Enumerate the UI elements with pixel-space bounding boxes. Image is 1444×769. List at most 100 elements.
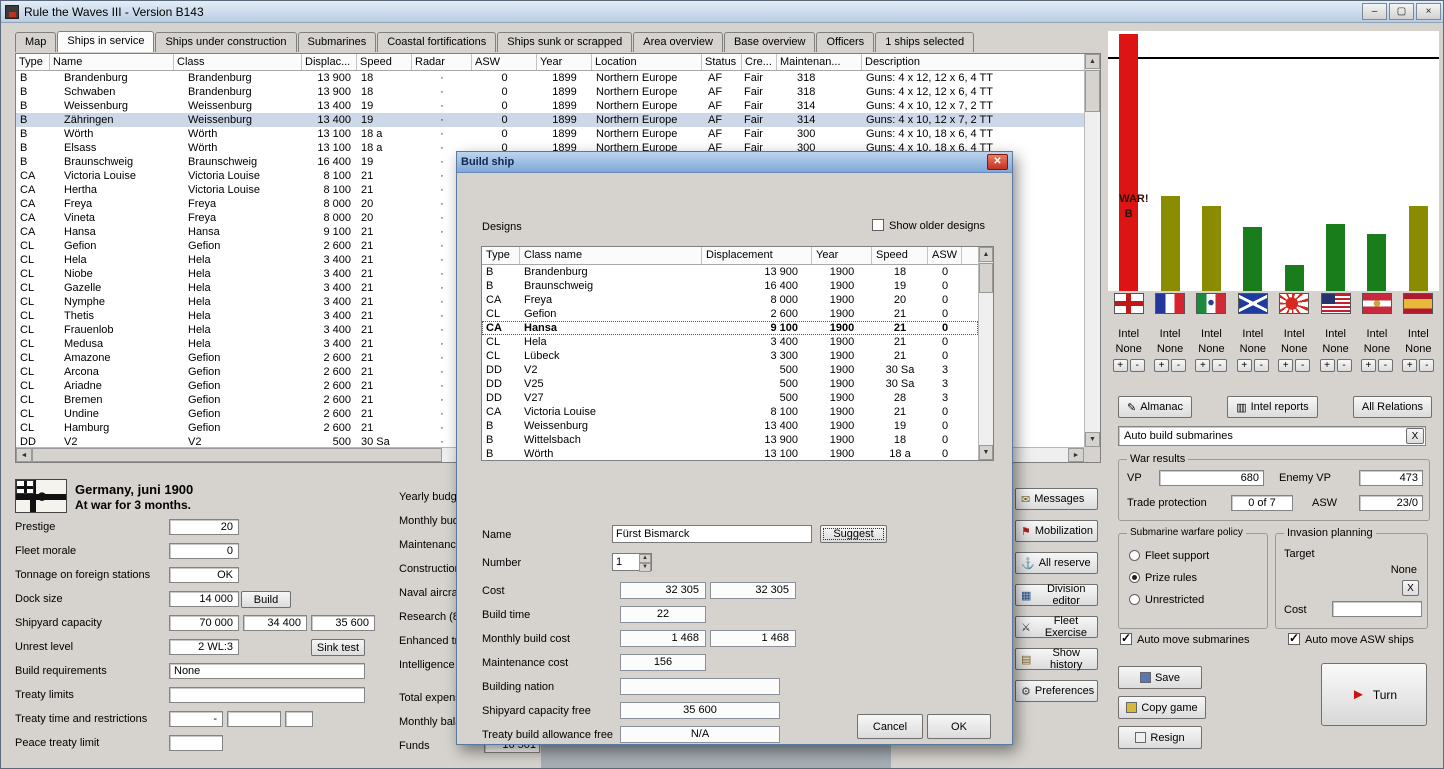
col-maintenance[interactable]: Maintenan... bbox=[777, 54, 862, 70]
auto-move-asw-checkbox[interactable]: Auto move ASW ships bbox=[1288, 633, 1414, 646]
stepper-down-icon[interactable]: ▼ bbox=[639, 563, 651, 572]
relation-minus-button[interactable]: - bbox=[1212, 359, 1227, 372]
tab-coastal-fortifications[interactable]: Coastal fortifications bbox=[377, 32, 496, 52]
show-older-designs-checkbox[interactable]: Show older designs bbox=[872, 219, 985, 232]
show-history-button[interactable]: ▤ Show history bbox=[1015, 648, 1098, 670]
fleet-exercise-button[interactable]: ⚔ Fleet Exercise bbox=[1015, 616, 1098, 638]
intel-link[interactable]: Intel bbox=[1325, 328, 1346, 340]
mobilization-button[interactable]: ⚑ Mobilization bbox=[1015, 520, 1098, 542]
tab-officers[interactable]: Officers bbox=[816, 32, 874, 52]
col-radar[interactable]: Radar bbox=[412, 54, 472, 70]
relation-minus-button[interactable]: - bbox=[1171, 359, 1186, 372]
design-row[interactable]: CL Lübeck 3 300 1900 21 0 bbox=[482, 349, 978, 363]
col-speed[interactable]: Speed bbox=[872, 247, 928, 264]
close-button[interactable]: × bbox=[1416, 3, 1441, 20]
relation-plus-button[interactable]: + bbox=[1320, 359, 1335, 372]
tab-ships-sunk-or-scrapped[interactable]: Ships sunk or scrapped bbox=[497, 32, 632, 52]
intel-reports-button[interactable]: ▥ Intel reports bbox=[1227, 396, 1318, 418]
turn-button[interactable]: ► Turn bbox=[1321, 663, 1427, 726]
checkbox-icon[interactable] bbox=[1120, 633, 1132, 645]
relation-minus-button[interactable]: - bbox=[1130, 359, 1145, 372]
col-status[interactable]: Status bbox=[702, 54, 742, 70]
dialog-close-icon[interactable]: ✕ bbox=[987, 154, 1008, 170]
ship-table-row[interactable]: B Schwaben Brandenburg 13 900 18 · 0 189… bbox=[16, 85, 1084, 99]
tab-ships-in-service[interactable]: Ships in service bbox=[57, 31, 154, 52]
all-reserve-button[interactable]: ⚓ All reserve bbox=[1015, 552, 1098, 574]
build-button[interactable]: Build bbox=[241, 591, 291, 608]
scrollbar-thumb[interactable] bbox=[1085, 70, 1100, 112]
design-row[interactable]: DD V2 500 1900 30 Sa 3 bbox=[482, 363, 978, 377]
intel-link[interactable]: Intel bbox=[1367, 328, 1388, 340]
scroll-down-icon[interactable]: ▼ bbox=[979, 445, 993, 460]
scroll-up-icon[interactable]: ▲ bbox=[1085, 54, 1100, 69]
vertical-scrollbar[interactable]: ▲ ▼ bbox=[1084, 54, 1100, 447]
auto-move-submarines-checkbox[interactable]: Auto move submarines bbox=[1120, 633, 1250, 646]
minimize-button[interactable]: – bbox=[1362, 3, 1387, 20]
col-asw[interactable]: ASW bbox=[928, 247, 962, 264]
tab-base-overview[interactable]: Base overview bbox=[724, 32, 816, 52]
scroll-right-icon[interactable]: ► bbox=[1068, 448, 1084, 462]
design-row[interactable]: CL Gefion 2 600 1900 21 0 bbox=[482, 307, 978, 321]
all-relations-button[interactable]: All Relations bbox=[1353, 396, 1432, 418]
scroll-up-icon[interactable]: ▲ bbox=[979, 247, 993, 262]
design-row[interactable]: CA Freya 8 000 1900 20 0 bbox=[482, 293, 978, 307]
intel-link[interactable]: Intel bbox=[1408, 328, 1429, 340]
checkbox-icon[interactable] bbox=[1288, 633, 1300, 645]
messages-button[interactable]: ✉ Messages bbox=[1015, 488, 1098, 510]
col-name[interactable]: Name bbox=[50, 54, 174, 70]
design-row[interactable]: B Wörth 13 100 1900 18 a 0 bbox=[482, 447, 978, 460]
scroll-left-icon[interactable]: ◄ bbox=[16, 448, 32, 462]
radio-icon[interactable] bbox=[1129, 572, 1140, 583]
radio-fleet-support[interactable]: Fleet support bbox=[1129, 550, 1209, 562]
relation-plus-button[interactable]: + bbox=[1402, 359, 1417, 372]
relation-plus-button[interactable]: + bbox=[1361, 359, 1376, 372]
stepper-up-icon[interactable]: ▲ bbox=[639, 554, 651, 563]
col-displacement[interactable]: Displacement bbox=[702, 247, 812, 264]
relation-minus-button[interactable]: - bbox=[1254, 359, 1269, 372]
tab-submarines[interactable]: Submarines bbox=[298, 32, 377, 52]
ship-name-input[interactable] bbox=[612, 525, 812, 543]
col-description[interactable]: Description bbox=[862, 54, 1100, 70]
designs-scrollbar[interactable]: ▲ ▼ bbox=[978, 247, 993, 460]
intel-link[interactable]: Intel bbox=[1160, 328, 1181, 340]
almanac-button[interactable]: ✎ Almanac bbox=[1118, 396, 1192, 418]
intel-link[interactable]: Intel bbox=[1242, 328, 1263, 340]
col-crew[interactable]: Cre... bbox=[742, 54, 777, 70]
radio-prize-rules[interactable]: Prize rules bbox=[1129, 572, 1197, 584]
col-location[interactable]: Location bbox=[592, 54, 702, 70]
radio-unrestricted[interactable]: Unrestricted bbox=[1129, 594, 1204, 606]
design-row[interactable]: CA Hansa 9 100 1900 21 0 bbox=[482, 321, 978, 335]
restore-button[interactable]: ▢ bbox=[1389, 3, 1414, 20]
design-row[interactable]: B Wittelsbach 13 900 1900 18 0 bbox=[482, 433, 978, 447]
dialog-title-bar[interactable]: Build ship ✕ bbox=[457, 152, 1012, 173]
radio-icon[interactable] bbox=[1129, 550, 1140, 561]
col-year[interactable]: Year bbox=[812, 247, 872, 264]
scroll-down-icon[interactable]: ▼ bbox=[1085, 432, 1100, 447]
ship-table-row[interactable]: B Weissenburg Weissenburg 13 400 19 · 0 … bbox=[16, 99, 1084, 113]
design-row[interactable]: CA Victoria Louise 8 100 1900 21 0 bbox=[482, 405, 978, 419]
col-year[interactable]: Year bbox=[537, 54, 592, 70]
division-editor-button[interactable]: ▦ Division editor bbox=[1015, 584, 1098, 606]
relation-minus-button[interactable]: - bbox=[1378, 359, 1393, 372]
col-type[interactable]: Type bbox=[482, 247, 520, 264]
col-class-name[interactable]: Class name bbox=[520, 247, 702, 264]
number-stepper[interactable]: ▲▼ bbox=[612, 553, 652, 571]
scrollbar-thumb[interactable] bbox=[32, 448, 442, 462]
col-asw[interactable]: ASW bbox=[472, 54, 537, 70]
invasion-clear-button[interactable]: X bbox=[1402, 580, 1419, 596]
intel-link[interactable]: Intel bbox=[1284, 328, 1305, 340]
design-row[interactable]: B Braunschweig 16 400 1900 19 0 bbox=[482, 279, 978, 293]
relation-plus-button[interactable]: + bbox=[1278, 359, 1293, 372]
col-displacement[interactable]: Displac... bbox=[302, 54, 357, 70]
relation-plus-button[interactable]: + bbox=[1195, 359, 1210, 372]
relation-plus-button[interactable]: + bbox=[1237, 359, 1252, 372]
col-class[interactable]: Class bbox=[174, 54, 302, 70]
col-type[interactable]: Type bbox=[16, 54, 50, 70]
ok-button[interactable]: OK bbox=[927, 714, 991, 739]
relation-minus-button[interactable]: - bbox=[1295, 359, 1310, 372]
copy-game-button[interactable]: Copy game bbox=[1118, 696, 1206, 719]
ship-table-row[interactable]: B Zähringen Weissenburg 13 400 19 · 0 18… bbox=[16, 113, 1084, 127]
ship-table-row[interactable]: B Brandenburg Brandenburg 13 900 18 · 0 … bbox=[16, 71, 1084, 85]
ship-table-row[interactable]: B Wörth Wörth 13 100 18 a · 0 1899 North… bbox=[16, 127, 1084, 141]
cancel-button[interactable]: Cancel bbox=[857, 714, 923, 739]
